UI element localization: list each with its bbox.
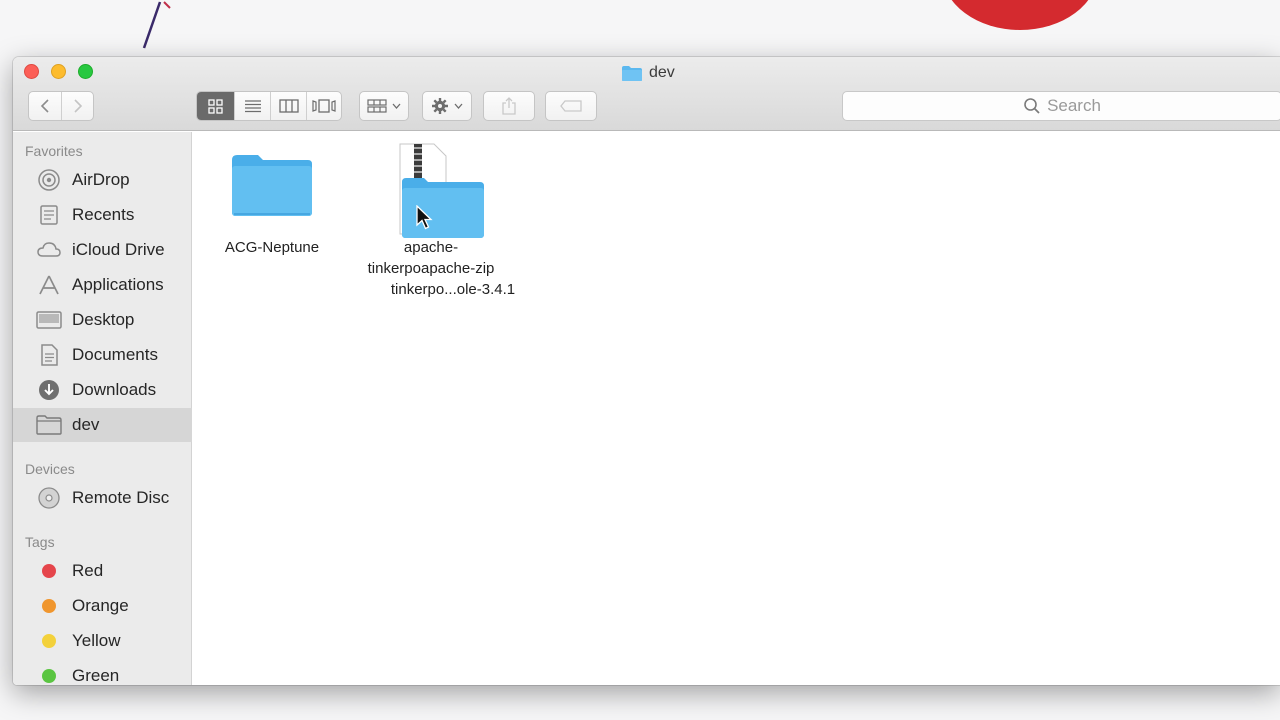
folder-icon[interactable] [230,152,314,218]
zoom-button[interactable] [78,64,93,79]
file-name-acg-neptune[interactable]: ACG-Neptune [212,237,332,258]
icon-view-icon [208,98,223,114]
arrange-control [360,92,408,120]
file-name-line-2: tinkerpoapache-zip [367,260,495,277]
applications-icon [36,274,62,296]
sidebar-item-label: AirDrop [72,170,130,189]
orange-tag-icon [42,599,56,613]
apache-logo: APAC [951,0,1089,30]
column-view-button[interactable] [270,92,306,120]
search-field[interactable]: Search [842,91,1280,121]
sidebar-item-icloud-drive[interactable]: iCloud Drive [13,233,192,267]
sidebar-tag-yellow[interactable]: Yellow [13,624,192,658]
arrange-icon [367,99,387,113]
window-title-text: dev [649,64,675,81]
chevron-down-icon [454,103,463,109]
chevron-right-icon [73,99,82,113]
sidebar-item-label: Yellow [72,631,121,650]
airdrop-icon [36,169,62,191]
sidebar-tag-green[interactable]: Green [13,659,192,685]
chevron-down-icon [392,103,401,109]
tag-button[interactable] [545,91,597,121]
sidebar-item-label: Downloads [72,380,157,399]
file-browser-content: ACG-Neptune apache- tinkerpoapache-zip t… [192,132,1280,685]
finder-window: dev Search Favorites AirDrop Recents iCl… [13,57,1280,685]
list-view-button[interactable] [234,92,270,120]
cover-flow-button[interactable] [306,92,341,120]
window-title: dev [621,63,675,83]
file-name-folder[interactable]: tinkerpo...ole-3.4.1 [372,279,534,300]
forward-button[interactable] [61,92,93,120]
close-button[interactable] [24,64,39,79]
search-icon [1024,98,1040,114]
sidebar-tag-red[interactable]: Red [13,554,192,588]
view-mode-selector [196,91,342,121]
sidebar-item-label: Remote Disc [72,488,170,507]
green-tag-icon [42,669,56,683]
tags-heading: Tags [25,534,55,550]
zip-file-icon[interactable] [388,142,492,238]
slide-decoration [142,1,171,49]
sidebar-tag-orange[interactable]: Orange [13,589,192,623]
action-button[interactable] [422,91,472,121]
cover-flow-icon [312,99,336,113]
share-control [484,92,534,120]
sidebar-item-label: Red [72,561,104,580]
sidebar-item-label: Desktop [72,310,135,329]
gear-icon [432,98,448,114]
sidebar: Favorites AirDrop Recents iCloud Drive A… [13,132,192,685]
sidebar-item-remote-disc[interactable]: Remote Disc [13,481,192,515]
sidebar-item-dev[interactable]: dev [13,408,192,442]
back-button[interactable] [29,92,61,120]
recents-icon [36,204,62,226]
list-view-icon [244,100,261,113]
share-icon [502,97,516,115]
sidebar-item-documents[interactable]: Documents [13,338,192,372]
red-tag-icon [42,564,56,578]
file-name-line-1: apache- [403,239,459,256]
sidebar-item-label: dev [72,415,100,434]
yellow-tag-icon [42,634,56,648]
share-button[interactable] [483,91,535,121]
arrange-button[interactable] [359,91,409,121]
folder-icon [36,414,62,436]
sidebar-item-airdrop[interactable]: AirDrop [13,163,192,197]
sidebar-item-label: iCloud Drive [72,240,165,259]
disc-icon [36,487,62,509]
navigation-buttons [28,91,94,121]
chevron-left-icon [40,99,49,113]
folder-icon [622,65,642,81]
sidebar-item-applications[interactable]: Applications [13,268,192,302]
sidebar-item-downloads[interactable]: Downloads [13,373,192,407]
tag-icon [560,100,582,112]
titlebar: dev Search [13,57,1280,131]
icon-view-button[interactable] [197,92,234,120]
minimize-button[interactable] [51,64,66,79]
sidebar-item-desktop[interactable]: Desktop [13,303,192,337]
downloads-icon [36,379,62,401]
sidebar-item-label: Applications [72,275,164,294]
sidebar-item-recents[interactable]: Recents [13,198,192,232]
sidebar-item-label: Green [72,666,120,685]
favorites-heading: Favorites [25,143,83,159]
search-placeholder: Search [1047,96,1101,115]
action-control [423,92,471,120]
sidebar-item-label: Orange [72,596,129,615]
tag-control [546,92,596,120]
devices-heading: Devices [25,461,75,477]
desktop-icon [36,309,62,331]
documents-icon [36,344,62,366]
cloud-icon [36,239,62,261]
mouse-cursor-icon [416,205,433,230]
sidebar-item-label: Recents [72,205,135,224]
column-view-icon [278,99,299,113]
sidebar-item-label: Documents [72,345,158,364]
